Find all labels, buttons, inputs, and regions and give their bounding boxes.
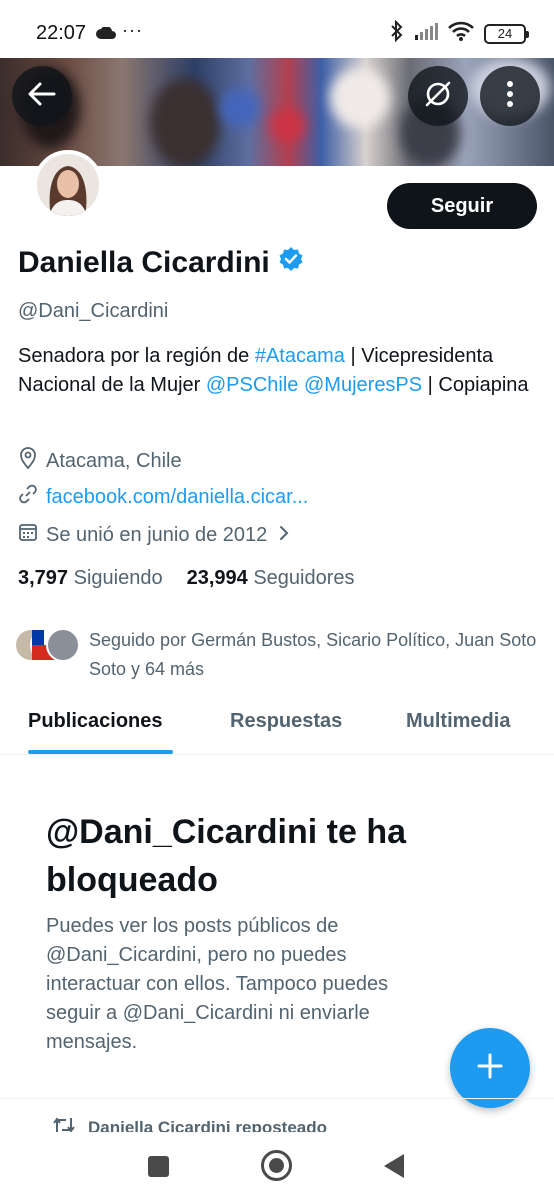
status-more-dots: ··· (122, 20, 143, 40)
followers-count: 23,994 (186, 567, 248, 589)
tab-publicaciones[interactable]: Publicaciones (28, 710, 163, 733)
circle-slash-icon (423, 79, 453, 114)
battery-icon: 24 (484, 23, 529, 44)
followed-by-text[interactable]: Seguido por Germán Bustos, Sicario Polít… (89, 626, 539, 684)
location-row: Atacama, Chile (18, 447, 182, 475)
profile-name-row: Daniella Cicardini (18, 246, 304, 280)
profile-tabs: Publicaciones Respuestas Multimedia (0, 700, 554, 755)
bio-hashtag-link[interactable]: #Atacama (255, 345, 345, 367)
followed-by-avatars[interactable] (14, 622, 86, 666)
tab-multimedia[interactable]: Multimedia (406, 710, 510, 733)
status-bar: 22:07 ··· 24 (0, 0, 554, 58)
blocked-description: Puedes ver los posts públicos de @Dani_C… (46, 915, 389, 1053)
vertical-dots-icon (506, 80, 514, 112)
bio-text: Senadora por la región de (18, 345, 255, 367)
active-tab-indicator (28, 750, 173, 754)
recents-button[interactable] (148, 1156, 169, 1177)
blocked-title: @Dani_Cicardini te ha bloqueado (46, 813, 407, 899)
arrow-left-icon (28, 82, 56, 111)
calendar-icon (18, 522, 38, 548)
wifi-icon (448, 21, 474, 46)
location-text: Atacama, Chile (46, 449, 182, 472)
location-pin-icon (18, 447, 38, 475)
back-nav-button[interactable] (384, 1154, 404, 1178)
joined-row[interactable]: Se unió en junio de 2012 (18, 522, 289, 548)
cloud-icon (96, 26, 116, 44)
tab-respuestas[interactable]: Respuestas (230, 710, 342, 733)
signal-icon (414, 22, 438, 45)
following-label: Siguiendo (73, 567, 163, 589)
followers-stat[interactable]: 23,994 Seguidores (187, 567, 355, 590)
plus-icon (477, 1053, 503, 1084)
bio-text: | Copiapina (422, 374, 529, 396)
back-button[interactable] (12, 66, 72, 126)
home-button[interactable] (261, 1150, 292, 1181)
following-stat[interactable]: 3,797 Siguiendo (18, 567, 163, 590)
bio-mention-link[interactable]: @PSChile (206, 374, 299, 396)
avatar[interactable] (33, 150, 103, 220)
chevron-right-icon (279, 524, 289, 547)
verified-badge-icon (278, 246, 304, 280)
feed-divider (0, 1098, 554, 1099)
profile-handle: @Dani_Cicardini (18, 300, 169, 322)
bluetooth-icon (390, 19, 404, 47)
followers-label: Seguidores (253, 567, 355, 589)
profile-banner (0, 58, 554, 166)
follow-button[interactable]: Seguir (387, 183, 537, 229)
profile-name: Daniella Cicardini (18, 246, 270, 279)
website-link[interactable]: facebook.com/daniella.cicar... (46, 486, 308, 509)
more-options-button[interactable] (480, 66, 540, 126)
status-time: 22:07 (36, 22, 87, 44)
profile-bio: Senadora por la región de #Atacama | Vic… (18, 342, 538, 400)
follow-stats: 3,797 Siguiendo 23,994 Seguidores (18, 567, 355, 590)
compose-button[interactable] (450, 1028, 530, 1108)
bio-mention-link[interactable]: @MujeresPS (304, 374, 422, 396)
following-count: 3,797 (18, 567, 69, 589)
system-nav-bar (0, 1132, 554, 1200)
website-row: facebook.com/daniella.cicar... (18, 484, 308, 510)
follower-avatar (46, 628, 80, 662)
link-icon (18, 484, 38, 510)
joined-text: Se unió en junio de 2012 (46, 523, 268, 546)
grok-button[interactable] (408, 66, 468, 126)
